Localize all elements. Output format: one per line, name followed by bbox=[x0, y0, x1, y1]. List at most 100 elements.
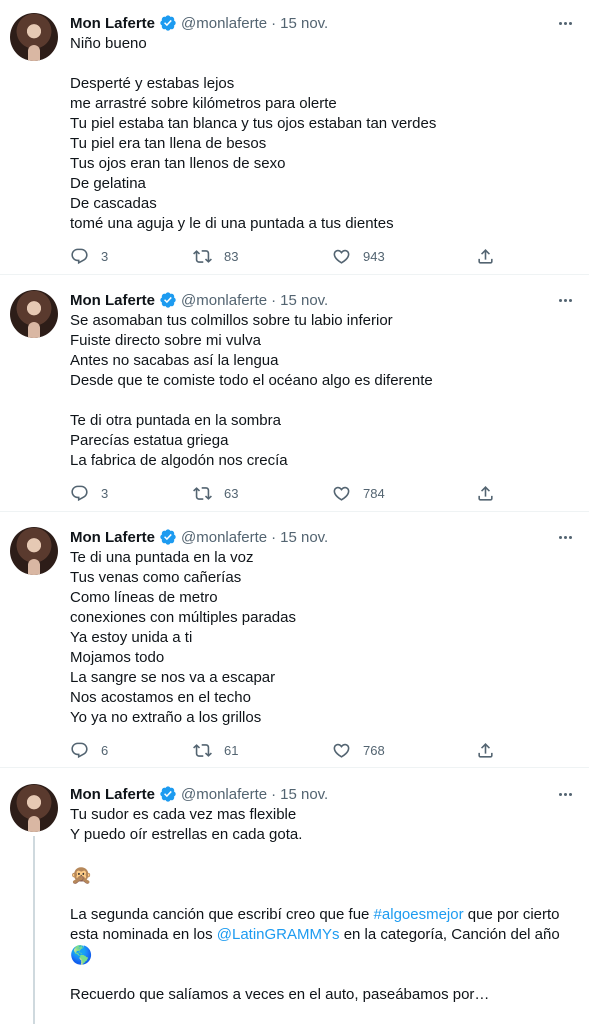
retweet-icon bbox=[193, 247, 212, 266]
text-line: La fabrica de algodón nos crecía bbox=[70, 452, 288, 469]
text-line: Tus venas como cañerías bbox=[70, 569, 242, 586]
more-options-icon[interactable] bbox=[555, 15, 575, 31]
verified-badge-icon bbox=[159, 14, 177, 32]
text-line: Yo ya no extraño a los grillos bbox=[70, 709, 262, 726]
share-button[interactable] bbox=[476, 740, 495, 760]
reply-button[interactable]: 3 bbox=[70, 483, 108, 503]
author-name[interactable]: Mon Laferte bbox=[70, 786, 155, 803]
avatar[interactable] bbox=[10, 784, 58, 832]
share-icon bbox=[476, 247, 495, 266]
text-line: La sangre se nos va a escapar bbox=[70, 669, 276, 686]
text-line: Mojamos todo bbox=[70, 649, 165, 666]
author-handle[interactable]: @monlaferte bbox=[181, 292, 267, 309]
tweet-text: Tu sudor es cada vez mas flexible Y pued… bbox=[70, 805, 580, 1005]
text-segment: en la categoría, Canción del año bbox=[339, 926, 560, 943]
share-icon bbox=[476, 741, 495, 760]
like-button[interactable]: 943 bbox=[332, 246, 385, 266]
retweet-button[interactable]: 61 bbox=[193, 740, 238, 760]
text-line: Nos acostamos en el techo bbox=[70, 689, 251, 706]
author-handle[interactable]: @monlaferte bbox=[181, 529, 267, 546]
share-button[interactable] bbox=[476, 246, 495, 266]
retweet-button[interactable]: 83 bbox=[193, 246, 238, 266]
paragraph: La segunda canción que escribí creo que … bbox=[70, 905, 580, 945]
tweet-date[interactable]: 15 nov. bbox=[280, 292, 328, 309]
text-line: Recuerdo que salíamos a veces en el auto… bbox=[70, 986, 490, 1003]
tweet-text: Niño bueno Desperté y estabas lejos me a… bbox=[70, 34, 580, 234]
reply-icon bbox=[70, 247, 89, 266]
share-icon bbox=[476, 484, 495, 503]
reply-count: 6 bbox=[101, 742, 109, 758]
like-count: 943 bbox=[363, 248, 385, 264]
reply-button[interactable]: 3 bbox=[70, 246, 108, 266]
avatar[interactable] bbox=[10, 290, 58, 338]
text-line: Antes no sacabas así la lengua bbox=[70, 352, 279, 369]
text-line: Desde que te comiste todo el océano algo… bbox=[70, 372, 433, 389]
author-name[interactable]: Mon Laferte bbox=[70, 292, 155, 309]
avatar[interactable] bbox=[10, 527, 58, 575]
verified-badge-icon bbox=[159, 785, 177, 803]
tweet-date[interactable]: 15 nov. bbox=[280, 786, 328, 803]
like-icon bbox=[332, 247, 351, 266]
like-count: 768 bbox=[363, 742, 385, 758]
text-line: Tu sudor es cada vez mas flexible bbox=[70, 806, 297, 823]
more-options-icon[interactable] bbox=[555, 529, 575, 545]
like-button[interactable]: 784 bbox=[332, 483, 385, 503]
reply-icon bbox=[70, 484, 89, 503]
speak-no-evil-monkey-icon: 🙊 bbox=[70, 865, 93, 885]
text-line: Tu piel era tan llena de besos bbox=[70, 135, 267, 152]
like-icon bbox=[332, 484, 351, 503]
separator: · bbox=[271, 528, 277, 546]
text-line: Ya estoy unida a ti bbox=[70, 629, 193, 646]
share-button[interactable] bbox=[476, 483, 495, 503]
separator: · bbox=[271, 291, 277, 309]
text-line: Tu piel estaba tan blanca y tus ojos est… bbox=[70, 115, 437, 132]
text-line: me arrastré sobre kilómetros para olerte bbox=[70, 95, 337, 112]
text-line: tomé una aguja y le di una puntada a tus… bbox=[70, 215, 394, 232]
text-line: Te di otra puntada en la sombra bbox=[70, 412, 281, 429]
tweet-actions: 6 61 768 bbox=[70, 740, 500, 760]
text-line: Tus ojos eran tan llenos de sexo bbox=[70, 155, 286, 172]
tweet-date[interactable]: 15 nov. bbox=[280, 529, 328, 546]
hashtag-link[interactable]: #algoesmejor bbox=[374, 906, 464, 923]
avatar[interactable] bbox=[10, 13, 58, 61]
author-name[interactable]: Mon Laferte bbox=[70, 15, 155, 32]
text-line: Te di una puntada en la voz bbox=[70, 549, 254, 566]
globe-icon: 🌎 bbox=[70, 945, 93, 965]
more-options-icon[interactable] bbox=[555, 292, 575, 308]
mention-link[interactable]: @LatinGRAMMYs bbox=[217, 926, 340, 943]
tweet-text: Se asomaban tus colmillos sobre tu labio… bbox=[70, 311, 580, 471]
divider bbox=[0, 511, 589, 512]
thread-line bbox=[33, 836, 35, 1024]
retweet-button[interactable]: 63 bbox=[193, 483, 238, 503]
text-line: Fuiste directo sobre mi vulva bbox=[70, 332, 261, 349]
tweet-date[interactable]: 15 nov. bbox=[280, 15, 328, 32]
text-line: Parecías estatua griega bbox=[70, 432, 229, 449]
text-line: Y puedo oír estrellas en cada gota. bbox=[70, 826, 303, 843]
author-handle[interactable]: @monlaferte bbox=[181, 786, 267, 803]
like-count: 784 bbox=[363, 485, 385, 501]
retweet-count: 83 bbox=[224, 248, 239, 264]
text-line: Desperté y estabas lejos bbox=[70, 75, 235, 92]
separator: · bbox=[271, 14, 277, 32]
more-options-icon[interactable] bbox=[555, 786, 575, 802]
verified-badge-icon bbox=[159, 528, 177, 546]
text-line: Niño bueno bbox=[70, 35, 147, 52]
text-line: conexiones con múltiples paradas bbox=[70, 609, 296, 626]
reply-button[interactable]: 6 bbox=[70, 740, 108, 760]
reply-count: 3 bbox=[101, 485, 109, 501]
like-icon bbox=[332, 741, 351, 760]
reply-count: 3 bbox=[101, 248, 109, 264]
text-line: De cascadas bbox=[70, 195, 157, 212]
verified-badge-icon bbox=[159, 291, 177, 309]
author-handle[interactable]: @monlaferte bbox=[181, 15, 267, 32]
emoji-line: 🙊 bbox=[70, 865, 580, 885]
retweet-icon bbox=[193, 484, 212, 503]
author-name[interactable]: Mon Laferte bbox=[70, 529, 155, 546]
text-segment: La segunda canción que escribí creo que … bbox=[70, 906, 374, 923]
retweet-icon bbox=[193, 741, 212, 760]
like-button[interactable]: 768 bbox=[332, 740, 385, 760]
